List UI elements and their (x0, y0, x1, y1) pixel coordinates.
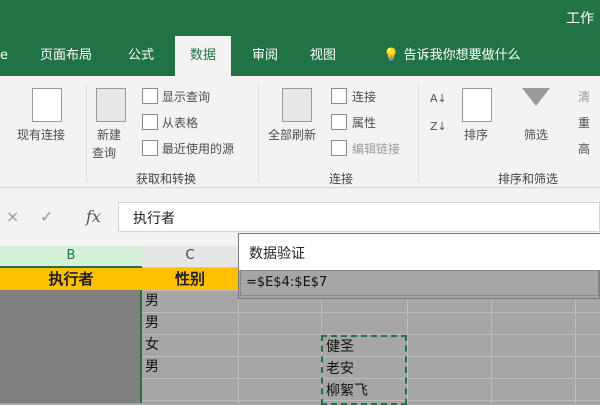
reapply-filter-button[interactable]: 重 (578, 114, 590, 131)
show-queries-icon (142, 88, 158, 104)
tell-me-label: 告诉我你想要做什么 (403, 48, 521, 63)
formula-input[interactable]: 执行者 (118, 202, 600, 232)
header-cell-gender[interactable]: 性别 (142, 268, 238, 290)
sort-za-icon[interactable]: Z↓ (430, 120, 447, 133)
connections-icon (331, 88, 347, 104)
refresh-icon (282, 88, 312, 122)
tab-formulas[interactable]: 公式 (118, 36, 164, 76)
sort-button[interactable]: 排序 (464, 126, 488, 143)
recent-sources-icon (142, 140, 158, 156)
source-range-text: =$E$4:$E$7 (246, 275, 328, 290)
source-range-input[interactable]: =$E$4:$E$7 (240, 270, 599, 296)
show-queries-button[interactable]: 显示查询 (162, 88, 210, 105)
table-cell[interactable]: 男 (142, 312, 159, 334)
connections-group-label: 连接 (329, 172, 354, 186)
tell-me-search[interactable]: 💡 告诉我你想要做什么 (372, 36, 532, 76)
tab-data[interactable]: 数据 (175, 36, 231, 76)
ribbon-separator (86, 84, 87, 182)
ribbon-separator (258, 84, 259, 182)
column-header-c[interactable]: C (142, 246, 238, 268)
dialog-title-bar[interactable]: 数据验证 (239, 234, 600, 270)
properties-button[interactable]: 属性 (352, 114, 376, 131)
new-query-icon (96, 88, 126, 122)
clear-filter-button[interactable]: 清 (578, 88, 590, 105)
cancel-formula-button[interactable]: × (6, 207, 19, 226)
existing-connections-button[interactable]: 现有连接 (17, 126, 65, 143)
new-query-line1[interactable]: 新建 (97, 126, 121, 143)
ribbon-tab-bar: e 页面布局 公式 数据 审阅 视图 💡 告诉我你想要做什么 (0, 36, 600, 76)
sort-filter-group-label: 排序和筛选 (498, 172, 559, 186)
get-transform-group-label: 获取和转换 (136, 172, 197, 186)
advanced-filter-button[interactable]: 高 (578, 140, 590, 157)
dialog-title: 数据验证 (249, 246, 305, 262)
column-header-b[interactable]: B (0, 246, 142, 268)
new-query-line2[interactable]: 查询 (92, 144, 116, 161)
table-cell[interactable]: 男 (142, 290, 159, 312)
copy-marquee-selection (321, 335, 407, 405)
insert-function-button[interactable]: fx (86, 207, 101, 226)
table-icon (142, 114, 158, 130)
data-validation-dialog: 数据验证 =$E$4:$E$7 (238, 233, 600, 299)
edit-links-button[interactable]: 编辑链接 (352, 140, 400, 157)
refresh-all-button[interactable]: 全部刷新 (268, 126, 316, 143)
properties-icon (331, 114, 347, 130)
connections-button[interactable]: 连接 (352, 88, 376, 105)
title-bar (0, 0, 600, 36)
filter-icon (522, 88, 550, 106)
document-icon (32, 88, 62, 122)
tab-partial-left[interactable]: e (0, 36, 8, 76)
recent-sources-button[interactable]: 最近使用的源 (162, 140, 234, 157)
selected-column-b[interactable] (0, 290, 142, 403)
header-cell-executor[interactable]: 执行者 (0, 268, 142, 290)
sort-icon (462, 88, 492, 122)
window-title: 工作 (566, 11, 594, 27)
sort-az-icon[interactable]: A↓ (430, 92, 447, 105)
ribbon-separator (418, 84, 419, 182)
ribbon: 现有连接 新建 查询 显示查询 从表格 最近使用的源 获取和转换 全部刷新 连接… (0, 76, 600, 188)
table-cell[interactable]: 女 (142, 334, 159, 356)
confirm-formula-button[interactable]: ✓ (40, 207, 53, 226)
tab-review[interactable]: 审阅 (242, 36, 288, 76)
tab-page-layout[interactable]: 页面布局 (28, 36, 104, 76)
filter-button[interactable]: 筛选 (524, 126, 548, 143)
table-cell[interactable]: 男 (142, 356, 159, 378)
formula-input-text: 执行者 (133, 211, 175, 227)
tab-view[interactable]: 视图 (300, 36, 346, 76)
from-table-button[interactable]: 从表格 (162, 114, 198, 131)
lightbulb-icon: 💡 (383, 48, 400, 63)
edit-links-icon (331, 140, 347, 156)
